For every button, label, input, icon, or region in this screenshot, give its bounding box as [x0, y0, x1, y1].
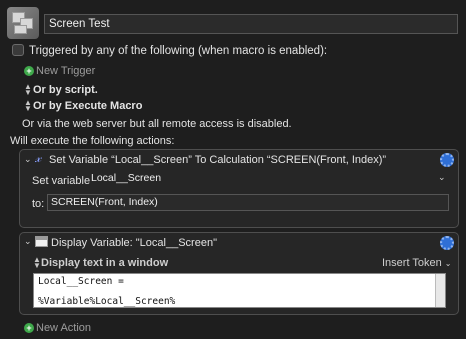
macro-name-field[interactable]: Screen Test	[44, 14, 458, 34]
variable-name-value: Local__Screen	[91, 172, 162, 184]
to-label: to:	[32, 198, 45, 210]
display-text-area[interactable]: Local__Screen = %Variable%Local__Screen%	[33, 273, 446, 308]
collapse-chevron-icon[interactable]: ⌄	[24, 154, 32, 165]
display-mode-select[interactable]: Display text in a window	[41, 257, 168, 269]
set-variable-label: Set variable	[32, 175, 91, 187]
macro-icon	[7, 7, 39, 39]
action-set-variable[interactable]: ⌄ 𝓍 Set Variable “Local__Screen” To Calc…	[19, 149, 459, 228]
variable-dropdown-chevron-icon[interactable]: ⌄	[438, 172, 446, 183]
scrollbar[interactable]	[435, 274, 445, 307]
insert-token-menu[interactable]: Insert Token ⌄	[382, 257, 452, 269]
new-action-button[interactable]: New Action	[36, 322, 91, 334]
action-title: Display Variable: "Local__Screen"	[51, 237, 217, 249]
gear-icon[interactable]	[440, 236, 454, 250]
trigger-label: Triggered by any of the following (when …	[29, 45, 328, 57]
window-icon	[35, 236, 48, 247]
chevron-up-down-icon[interactable]: ▲ ▼	[24, 99, 32, 113]
new-trigger-button[interactable]: New Trigger	[36, 65, 95, 77]
chevron-up-down-icon[interactable]: ▲ ▼	[24, 83, 32, 97]
action-title: Set Variable “Local__Screen” To Calculat…	[49, 154, 387, 166]
collapse-chevron-icon[interactable]: ⌄	[24, 236, 32, 247]
text-line: Local__Screen =	[38, 276, 124, 287]
text-line: %Variable%Local__Screen%	[38, 296, 176, 307]
x-variable-icon: 𝓍	[35, 151, 42, 166]
enable-trigger-checkbox[interactable]	[12, 44, 24, 56]
calculation-field[interactable]: SCREEN(Front, Index)	[47, 194, 449, 211]
new-trigger-plus-icon[interactable]: +	[24, 66, 34, 76]
web-server-note: Or via the web server but all remote acc…	[22, 118, 292, 130]
gear-icon[interactable]	[440, 153, 454, 167]
variable-name-field[interactable]: Local__Screen	[88, 171, 447, 187]
by-execute-macro-toggle[interactable]: Or by Execute Macro	[33, 100, 142, 112]
by-script-toggle[interactable]: Or by script.	[33, 84, 98, 96]
actions-heading: Will execute the following actions:	[10, 135, 175, 147]
action-display-variable[interactable]: ⌄ Display Variable: "Local__Screen" ▲ ▼ D…	[19, 232, 459, 315]
insert-token-label: Insert Token	[382, 257, 442, 269]
chevron-up-down-icon[interactable]: ▲ ▼	[33, 256, 41, 270]
chevron-down-icon: ⌄	[444, 259, 452, 268]
new-action-plus-icon[interactable]: +	[24, 323, 34, 333]
